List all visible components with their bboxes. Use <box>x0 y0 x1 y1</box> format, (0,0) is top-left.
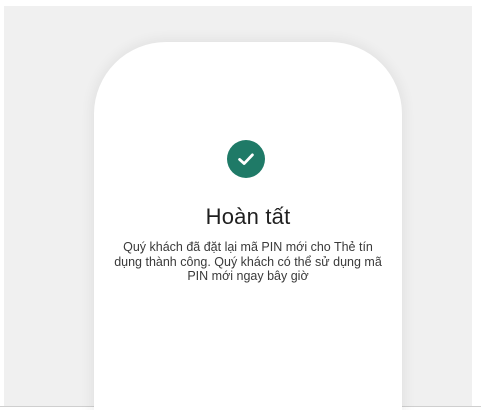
result-message: Quý khách đã đặt lại mã PIN mới cho Thẻ … <box>114 240 382 283</box>
screen: Hoàn tất Quý khách đã đặt lại mã PIN mới… <box>0 0 481 410</box>
success-card: Hoàn tất Quý khách đã đặt lại mã PIN mới… <box>94 42 402 410</box>
result-title: Hoàn tất <box>205 204 291 229</box>
checkmark-icon <box>238 153 254 165</box>
check-circle-icon <box>227 140 265 178</box>
